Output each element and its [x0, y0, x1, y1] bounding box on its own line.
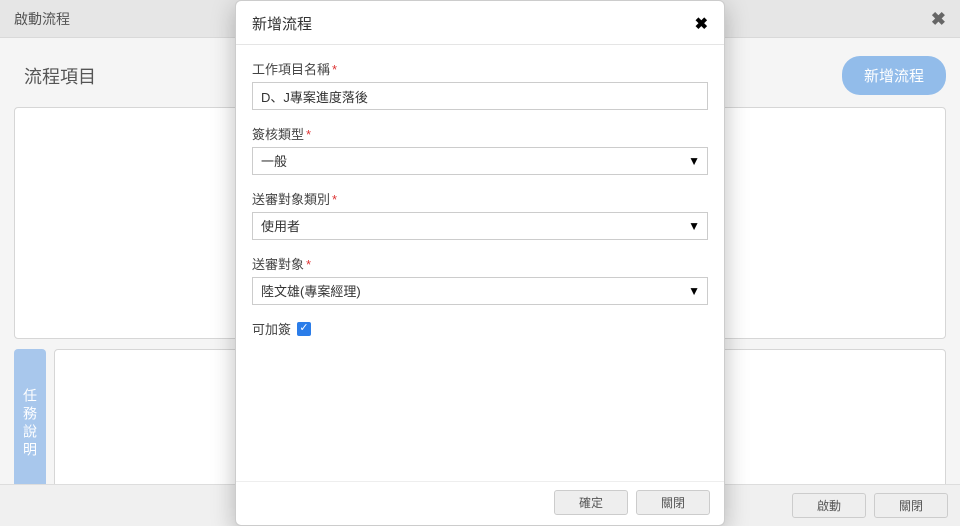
- required-mark: *: [306, 257, 311, 272]
- approval-type-label: 簽核類型*: [252, 124, 708, 143]
- field-recipient-category: 送審對象類別* 使用者 ▼: [252, 189, 708, 240]
- task-desc-tab[interactable]: 任務說明: [14, 349, 46, 499]
- item-name-input[interactable]: [252, 82, 708, 110]
- dialog-header: 新增流程 ✖: [236, 1, 724, 45]
- dialog-close-icon[interactable]: ✖: [695, 14, 708, 34]
- close-icon[interactable]: ✖: [931, 9, 946, 30]
- start-button[interactable]: 啟動: [792, 493, 866, 518]
- page-close-button[interactable]: 關閉: [874, 493, 948, 518]
- field-item-name: 工作項目名稱*: [252, 59, 708, 110]
- field-approval-type: 簽核類型* 一般 ▼: [252, 124, 708, 175]
- section-title: 流程項目: [14, 63, 96, 89]
- dialog-title: 新增流程: [252, 13, 312, 34]
- cosign-checkbox[interactable]: ✓: [297, 322, 311, 336]
- required-mark: *: [332, 62, 337, 77]
- recipient-select[interactable]: 陸文雄(專案經理): [252, 277, 708, 305]
- recipient-category-select[interactable]: 使用者: [252, 212, 708, 240]
- confirm-button[interactable]: 確定: [554, 490, 628, 515]
- field-cosign: 可加簽 ✓: [252, 319, 708, 338]
- cosign-label: 可加簽: [252, 319, 291, 338]
- dialog-footer: 確定 關閉: [236, 481, 724, 525]
- new-flow-dialog: 新增流程 ✖ 工作項目名稱* 簽核類型* 一般 ▼ 送審對象類別* 使用者: [235, 0, 725, 526]
- field-recipient: 送審對象* 陸文雄(專案經理) ▼: [252, 254, 708, 305]
- approval-type-select[interactable]: 一般: [252, 147, 708, 175]
- dialog-body: 工作項目名稱* 簽核類型* 一般 ▼ 送審對象類別* 使用者 ▼ 送: [236, 45, 724, 481]
- dialog-close-button[interactable]: 關閉: [636, 490, 710, 515]
- item-name-label: 工作項目名稱*: [252, 59, 708, 78]
- recipient-label: 送審對象*: [252, 254, 708, 273]
- recipient-category-label: 送審對象類別*: [252, 189, 708, 208]
- required-mark: *: [332, 192, 337, 207]
- new-flow-button[interactable]: 新增流程: [842, 56, 946, 95]
- required-mark: *: [306, 127, 311, 142]
- page-header-title: 啟動流程: [14, 9, 70, 29]
